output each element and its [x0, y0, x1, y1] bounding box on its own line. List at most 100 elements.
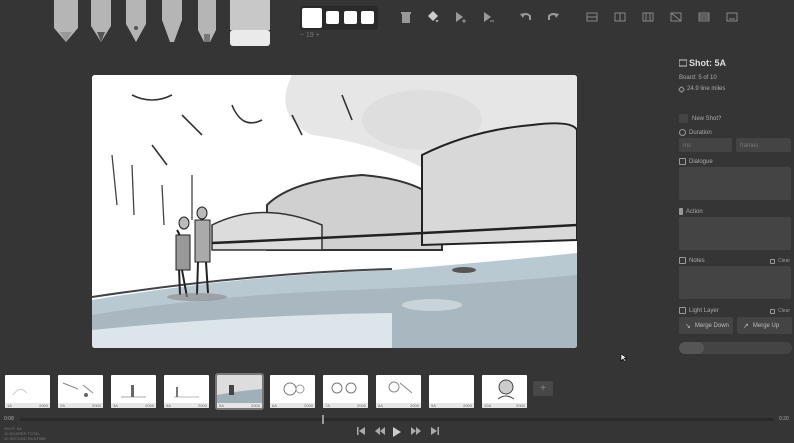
fill-bucket-icon[interactable] — [426, 10, 440, 24]
clear-icon — [770, 258, 776, 264]
board-thumbnail-shot: 10A — [484, 403, 492, 408]
trash-icon[interactable] — [399, 10, 413, 24]
grid-icon[interactable] — [585, 10, 599, 24]
light-layer-clear-button[interactable]: Clear — [770, 308, 790, 314]
merge-down-icon: ↘ — [685, 322, 691, 330]
board-thumbnail-bar: 9A 2000 — [429, 403, 474, 408]
board-thumbnail-bar: 8A 2000 — [376, 403, 421, 408]
line-miles: 24.9 line miles — [677, 85, 725, 93]
remove-shot-icon[interactable] — [482, 10, 496, 24]
center-guide-icon[interactable] — [613, 10, 627, 24]
board-thumbnail[interactable]: 3A 2000 — [111, 375, 156, 408]
pencil-tool[interactable] — [89, 0, 113, 44]
brush-size-label[interactable]: − 19 + — [300, 32, 330, 39]
board-thumbnail-bar: 7A 2000 — [323, 403, 368, 408]
thirds-guide-icon[interactable] — [641, 10, 655, 24]
storyboard-sketch — [92, 75, 577, 348]
board-thumbnail-bar: 6A 2000 — [270, 403, 315, 408]
light-layer-opacity-slider[interactable] — [679, 342, 792, 354]
board-thumbnail[interactable]: 2A 2000 — [58, 375, 103, 408]
board-thumbnail-shot: 3A — [113, 403, 118, 408]
play-icon[interactable] — [392, 426, 402, 438]
board-thumbnail[interactable]: 1A 2000 — [5, 375, 50, 408]
merge-down-button[interactable]: ↘ Merge Down — [679, 317, 733, 334]
playhead[interactable] — [321, 415, 324, 424]
board-thumbnail-duration: 2000 — [92, 403, 101, 408]
clock-icon — [679, 129, 686, 136]
skip-forward-icon[interactable] — [430, 426, 440, 436]
notes-clear-button[interactable]: Clear — [770, 258, 790, 264]
rewind-icon[interactable] — [374, 426, 386, 436]
action-textarea[interactable] — [679, 217, 791, 250]
board-thumbnail-shot: 5A — [219, 403, 224, 408]
board-thumbnail[interactable]: 8A 2000 — [376, 375, 421, 408]
board-thumbnail[interactable]: 6A 2000 — [270, 375, 315, 408]
add-board-button[interactable]: + — [533, 381, 553, 396]
board-thumbnail-sketch — [217, 375, 262, 403]
brush-tool[interactable] — [158, 0, 186, 44]
merge-up-icon: ↗ — [743, 322, 749, 330]
swatch-2[interactable] — [326, 11, 339, 24]
board-thumbnail-shot: 9A — [431, 403, 436, 408]
layers-icon[interactable] — [697, 10, 711, 24]
board-thumbnail[interactable]: 10A 2000 — [482, 375, 527, 408]
pen-tool[interactable] — [124, 0, 148, 44]
light-layer-label-text: Light Layer — [689, 307, 719, 314]
action-label: Action — [679, 208, 703, 215]
board-thumbnail-shot: 2A — [60, 403, 65, 408]
color-swatches — [300, 6, 378, 30]
board-thumbnail-duration: 2000 — [304, 403, 313, 408]
board-thumbnail-sketch — [388, 381, 413, 394]
add-shot-icon[interactable] — [454, 10, 468, 24]
notes-textarea[interactable] — [679, 266, 791, 299]
eraser-tool[interactable] — [228, 0, 272, 48]
redo-icon[interactable] — [546, 10, 560, 24]
transport-controls — [356, 426, 442, 440]
board-thumbnail-sketch — [331, 382, 357, 394]
swatch-3[interactable] — [344, 11, 357, 24]
fast-forward-icon[interactable] — [410, 426, 422, 436]
caption-icon[interactable] — [725, 10, 739, 24]
shot-panel: Shot: 5A Board: 5 of 10 24.9 line miles … — [671, 52, 794, 362]
drawing-canvas[interactable] — [92, 75, 577, 348]
timeline-scrubber[interactable] — [20, 415, 774, 424]
board-thumbnail[interactable]: 5A 2000 — [215, 373, 264, 410]
skip-back-icon[interactable] — [356, 426, 366, 436]
board-thumbnail-duration: 2000 — [145, 403, 154, 408]
board-thumbnail-sketch — [283, 382, 305, 396]
duration-frames-input[interactable]: frames — [736, 138, 791, 152]
dialogue-label: Dialogue — [679, 158, 713, 165]
merge-up-button[interactable]: ↗ Merge Up — [737, 317, 792, 334]
shot-title: Shot: 5A — [689, 58, 726, 68]
note-pen-tool[interactable] — [196, 0, 218, 44]
dialogue-textarea[interactable] — [679, 167, 791, 200]
merge-down-text: Merge Down — [694, 322, 729, 329]
diamond-icon — [677, 85, 686, 93]
board-thumbnail-shot: 1A — [7, 403, 12, 408]
duration-ms-input[interactable]: ms — [679, 138, 732, 152]
clear-icon — [770, 308, 776, 314]
board-thumbnail-shot: 8A — [378, 403, 383, 408]
light-pencil-tool[interactable] — [52, 0, 80, 44]
board-thumbnail-sketch — [62, 382, 94, 397]
time-end: 0:20 — [779, 416, 789, 422]
mouse-cursor-icon — [620, 353, 628, 363]
light-layer-label: Light Layer — [679, 307, 719, 314]
new-shot-checkbox[interactable] — [679, 114, 688, 123]
board-thumbnail-sketch — [429, 375, 474, 403]
undo-icon[interactable] — [519, 10, 533, 24]
perspective-guide-icon[interactable] — [669, 10, 683, 24]
board-thumbnail-bar: 3A 2000 — [111, 403, 156, 408]
board-thumbnail[interactable]: 4A 2000 — [164, 375, 209, 408]
dialogue-label-text: Dialogue — [689, 158, 713, 165]
swatch-primary[interactable] — [302, 8, 322, 28]
notes-label: Notes — [679, 257, 705, 264]
board-thumbnail[interactable]: 9A 2000 — [429, 375, 474, 408]
board-thumbnail[interactable]: 7A 2000 — [323, 375, 368, 408]
shot-icon — [679, 59, 687, 67]
board-thumbnail-sketch — [497, 379, 515, 400]
board-thumbnail-duration: 2000 — [410, 403, 419, 408]
swatch-4[interactable] — [361, 11, 374, 24]
action-label-text: Action — [686, 208, 703, 215]
time-start: 0:08 — [4, 416, 14, 422]
